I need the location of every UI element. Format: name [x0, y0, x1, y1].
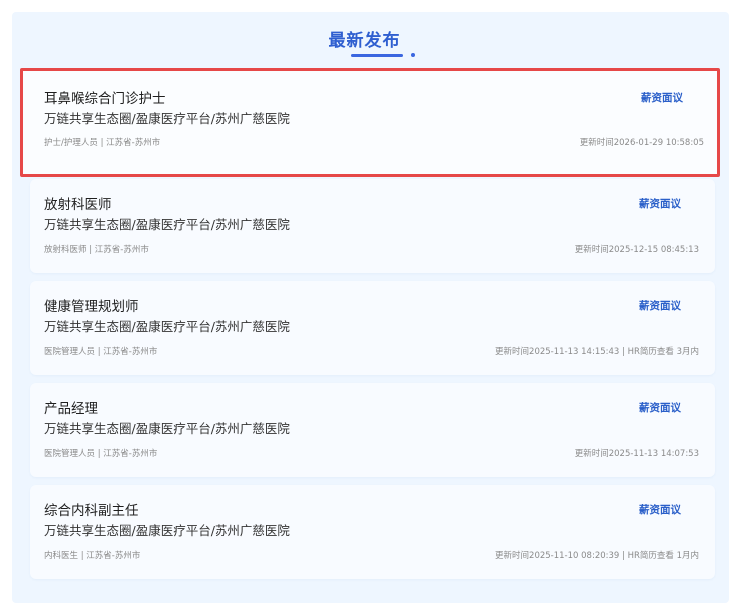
job-card[interactable]: 产品经理 万链共享生态圈/盈康医疗平台/苏州广慈医院 医院管理人员 | 江苏省-…	[30, 383, 715, 477]
job-title[interactable]: 健康管理规划师	[44, 295, 139, 315]
job-updated-time: 更新时间2025-11-10 08:20:39 | HR简历查看 1月内	[495, 551, 699, 561]
job-salary: 薪资面议	[639, 402, 681, 414]
job-salary: 薪资面议	[639, 198, 681, 210]
job-salary: 薪资面议	[639, 300, 681, 312]
job-category-location: 医院管理人员 | 江苏省-苏州市	[44, 449, 158, 459]
job-card[interactable]: 耳鼻喉综合门诊护士 万链共享生态圈/盈康医疗平台/苏州广慈医院 护士/护理人员 …	[20, 68, 720, 177]
job-list: 耳鼻喉综合门诊护士 万链共享生态圈/盈康医疗平台/苏州广慈医院 护士/护理人员 …	[0, 0, 729, 603]
job-company: 万链共享生态圈/盈康医疗平台/苏州广慈医院	[44, 217, 290, 232]
job-company: 万链共享生态圈/盈康医疗平台/苏州广慈医院	[44, 111, 290, 126]
job-title[interactable]: 产品经理	[44, 397, 98, 417]
job-updated-time: 更新时间2025-11-13 14:15:43 | HR简历查看 3月内	[495, 347, 699, 357]
job-category-location: 医院管理人员 | 江苏省-苏州市	[44, 347, 158, 357]
job-salary: 薪资面议	[639, 504, 681, 516]
job-card[interactable]: 综合内科副主任 万链共享生态圈/盈康医疗平台/苏州广慈医院 内科医生 | 江苏省…	[30, 485, 715, 579]
job-card[interactable]: 放射科医师 万链共享生态圈/盈康医疗平台/苏州广慈医院 放射科医师 | 江苏省-…	[30, 179, 715, 273]
job-updated-time: 更新时间2025-11-13 14:07:53	[574, 449, 699, 459]
job-category-location: 内科医生 | 江苏省-苏州市	[44, 551, 141, 561]
job-updated-time: 更新时间2026-01-29 10:58:05	[579, 138, 704, 148]
job-company: 万链共享生态圈/盈康医疗平台/苏州广慈医院	[44, 421, 290, 436]
job-company: 万链共享生态圈/盈康医疗平台/苏州广慈医院	[44, 523, 290, 538]
job-title[interactable]: 耳鼻喉综合门诊护士	[44, 87, 166, 107]
job-title[interactable]: 放射科医师	[44, 193, 112, 213]
job-card[interactable]: 健康管理规划师 万链共享生态圈/盈康医疗平台/苏州广慈医院 医院管理人员 | 江…	[30, 281, 715, 375]
job-company: 万链共享生态圈/盈康医疗平台/苏州广慈医院	[44, 319, 290, 334]
job-category-location: 护士/护理人员 | 江苏省-苏州市	[44, 138, 161, 148]
job-salary: 薪资面议	[641, 92, 683, 104]
job-updated-time: 更新时间2025-12-15 08:45:13	[574, 245, 699, 255]
job-title[interactable]: 综合内科副主任	[44, 499, 139, 519]
job-category-location: 放射科医师 | 江苏省-苏州市	[44, 245, 149, 255]
